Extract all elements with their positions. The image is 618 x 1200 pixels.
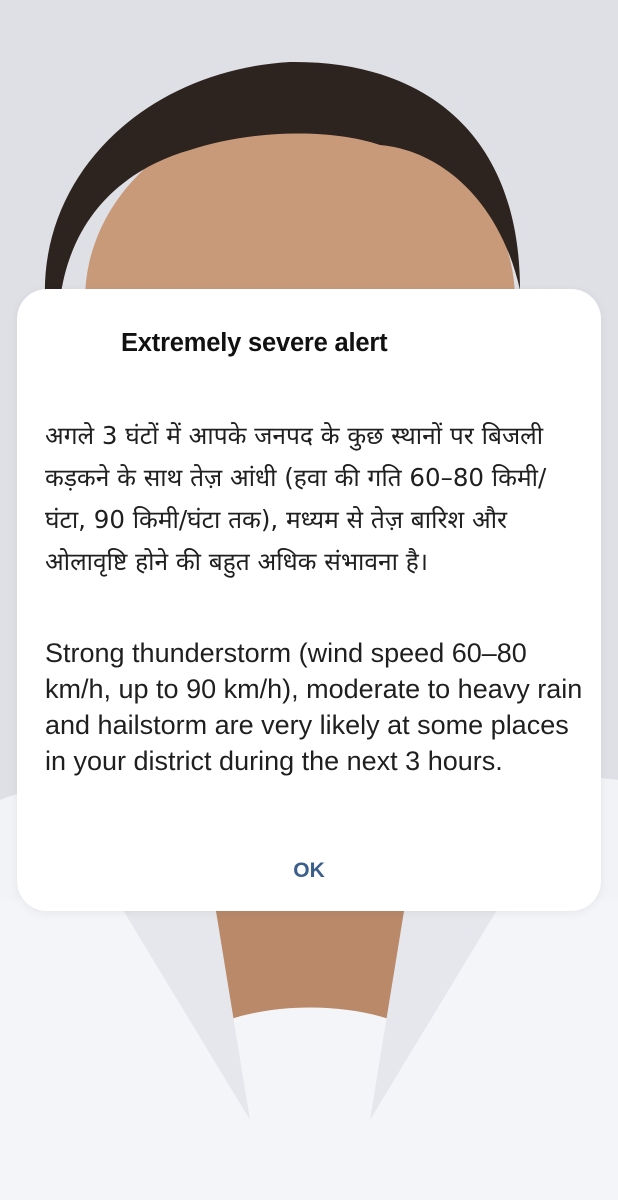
alert-dialog: Extremely severe alert अगले 3 घंटों में …: [17, 289, 601, 911]
alert-title: Extremely severe alert: [121, 329, 388, 357]
alert-message-english: Strong thunderstorm (wind speed 60–80 km…: [45, 638, 583, 776]
alert-message-hindi: अगले 3 घंटों में आपके जनपद के कुछ स्थानो…: [45, 421, 547, 576]
ok-button[interactable]: OK: [269, 848, 349, 892]
